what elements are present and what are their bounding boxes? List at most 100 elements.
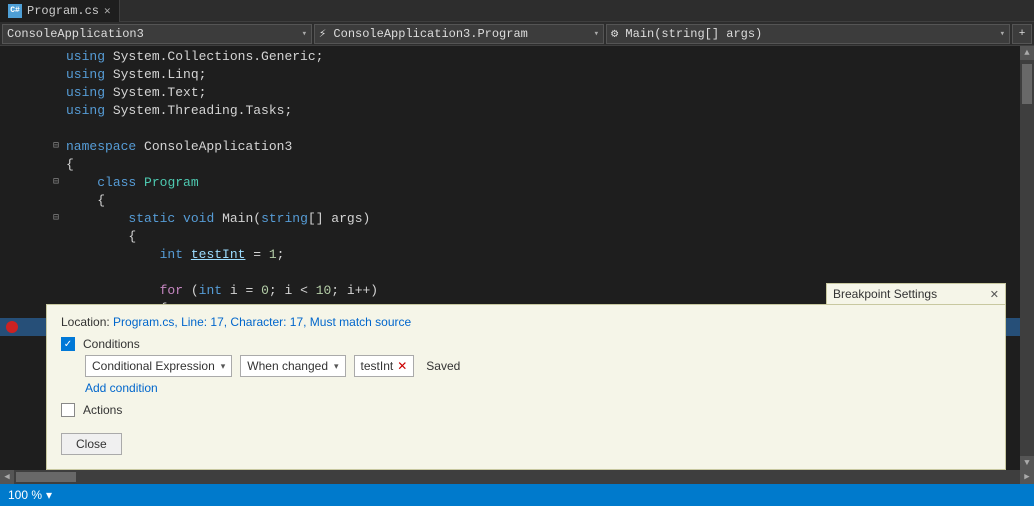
namespace-caret-icon: ▾ <box>302 29 307 39</box>
code-line: using System.Text; <box>0 84 1020 102</box>
condition-type-caret-icon: ▾ <box>221 361 226 372</box>
scroll-right-button[interactable]: ▶ <box>1020 470 1034 484</box>
namespace-label: ConsoleApplication3 <box>7 27 144 41</box>
code-line: { <box>0 156 1020 174</box>
code-content: { <box>62 156 1020 174</box>
actions-checkbox[interactable] <box>61 403 75 417</box>
code-line: ⊟ namespace ConsoleApplication3 <box>0 138 1020 156</box>
code-line <box>0 264 1020 282</box>
condition-expression-row: Conditional Expression ▾ When changed ▾ … <box>85 355 991 377</box>
code-content: using System.Threading.Tasks; <box>62 102 1020 120</box>
tab-bar: C# Program.cs ✕ <box>0 0 1034 22</box>
nav-add-button[interactable]: + <box>1012 24 1032 44</box>
collapse-btn <box>50 87 62 99</box>
code-content: { <box>62 228 1020 246</box>
code-line: { <box>0 228 1020 246</box>
conditions-label: Conditions <box>83 337 140 351</box>
condition-saved-label: Saved <box>426 359 460 373</box>
code-content: static void Main(string[] args) <box>62 210 1020 228</box>
actions-section: Actions <box>61 403 991 417</box>
conditions-section: Conditions Conditional Expression ▾ When… <box>61 337 991 395</box>
collapse-btn <box>50 69 62 81</box>
editor-container: using System.Collections.Generic; using … <box>0 46 1034 470</box>
add-condition-button[interactable]: Add condition <box>85 381 158 395</box>
collapse-btn <box>50 249 62 261</box>
nav-add-icon: + <box>1019 28 1026 40</box>
location-label: Location: <box>61 315 110 329</box>
condition-value[interactable]: testInt <box>361 359 394 373</box>
location-value-link[interactable]: Program.cs, Line: 17, Character: 17, Mus… <box>113 315 411 329</box>
editor-main: using System.Collections.Generic; using … <box>0 46 1020 470</box>
collapse-btn <box>50 51 62 63</box>
class-label: ⚡ ConsoleApplication3.Program <box>319 26 528 41</box>
code-content: using System.Text; <box>62 84 1020 102</box>
code-line: using System.Linq; <box>0 66 1020 84</box>
condition-value-field: testInt ✕ <box>354 355 415 377</box>
condition-when-label: When changed <box>247 359 328 373</box>
scroll-thumb[interactable] <box>1022 64 1032 104</box>
condition-when-dropdown[interactable]: When changed ▾ <box>240 355 345 377</box>
tab-close-button[interactable]: ✕ <box>104 4 111 18</box>
breakpoint-location: Location: Program.cs, Line: 17, Characte… <box>61 315 991 329</box>
code-line: using System.Collections.Generic; <box>0 48 1020 66</box>
code-line: { <box>0 192 1020 210</box>
code-content: namespace ConsoleApplication3 <box>62 138 1020 156</box>
horizontal-scrollbar[interactable] <box>14 470 1020 484</box>
close-button-row: Close <box>61 425 991 455</box>
tab-filename: Program.cs <box>27 4 99 18</box>
scroll-up-button[interactable]: ▲ <box>1020 46 1034 60</box>
scroll-down-button[interactable]: ▼ <box>1020 456 1034 470</box>
conditions-row: Conditions <box>61 337 991 351</box>
condition-type-dropdown[interactable]: Conditional Expression ▾ <box>85 355 232 377</box>
close-button[interactable]: Close <box>61 433 122 455</box>
breakpoint-settings-header: Breakpoint Settings ✕ <box>826 283 1006 304</box>
breakpoint-settings-panel: Breakpoint Settings ✕ Location: Program.… <box>46 283 1006 470</box>
actions-row: Actions <box>61 403 991 417</box>
navigation-bar: ConsoleApplication3 ▾ ⚡ ConsoleApplicati… <box>0 22 1034 46</box>
namespace-dropdown[interactable]: ConsoleApplication3 ▾ <box>2 24 312 44</box>
condition-type-label: Conditional Expression <box>92 359 215 373</box>
code-content <box>62 120 1020 138</box>
collapse-btn <box>50 159 62 171</box>
code-line: int testInt = 1; <box>0 246 1020 264</box>
vertical-scrollbar[interactable]: ▲ ▼ <box>1020 46 1034 470</box>
bottom-scrollbar-bar: ◀ ▶ <box>0 470 1034 484</box>
collapse-btn <box>50 267 62 279</box>
code-line <box>0 120 1020 138</box>
code-content <box>62 264 1020 282</box>
csharp-icon: C# <box>8 4 22 18</box>
method-label: ⚙ Main(string[] args) <box>611 26 762 41</box>
conditions-checkbox[interactable] <box>61 337 75 351</box>
breakpoint-indicator <box>6 321 18 333</box>
code-content: class Program <box>62 174 1020 192</box>
code-content: using System.Collections.Generic; <box>62 48 1020 66</box>
collapse-btn <box>50 123 62 135</box>
class-dropdown[interactable]: ⚡ ConsoleApplication3.Program ▾ <box>314 24 604 44</box>
code-line: using System.Threading.Tasks; <box>0 102 1020 120</box>
method-caret-icon: ▾ <box>1000 29 1005 39</box>
collapse-btn[interactable]: ⊟ <box>50 213 62 225</box>
condition-remove-button[interactable]: ✕ <box>397 359 407 373</box>
program-tab[interactable]: C# Program.cs ✕ <box>0 0 120 22</box>
collapse-btn <box>50 105 62 117</box>
actions-label: Actions <box>83 403 122 417</box>
method-dropdown[interactable]: ⚙ Main(string[] args) ▾ <box>606 24 1010 44</box>
collapse-btn <box>50 195 62 207</box>
zoom-label: 100 % <box>8 488 42 502</box>
code-line: ⊟ class Program <box>0 174 1020 192</box>
code-content: using System.Linq; <box>62 66 1020 84</box>
collapse-btn <box>50 231 62 243</box>
zoom-caret-icon[interactable]: ▾ <box>46 488 52 502</box>
collapse-btn[interactable]: ⊟ <box>50 141 62 153</box>
add-condition-row: Add condition <box>85 381 991 395</box>
code-content: { <box>62 192 1020 210</box>
condition-when-caret-icon: ▾ <box>334 361 339 372</box>
h-scroll-thumb[interactable] <box>16 472 76 482</box>
breakpoint-settings-close-button[interactable]: ✕ <box>990 288 999 301</box>
breakpoint-settings-body: Location: Program.cs, Line: 17, Characte… <box>46 304 1006 470</box>
breakpoint-settings-title: Breakpoint Settings <box>833 287 937 301</box>
code-line: ⊟ static void Main(string[] args) <box>0 210 1020 228</box>
status-bar: 100 % ▾ <box>0 484 1034 506</box>
scroll-left-button[interactable]: ◀ <box>0 470 14 484</box>
collapse-btn[interactable]: ⊟ <box>50 177 62 189</box>
